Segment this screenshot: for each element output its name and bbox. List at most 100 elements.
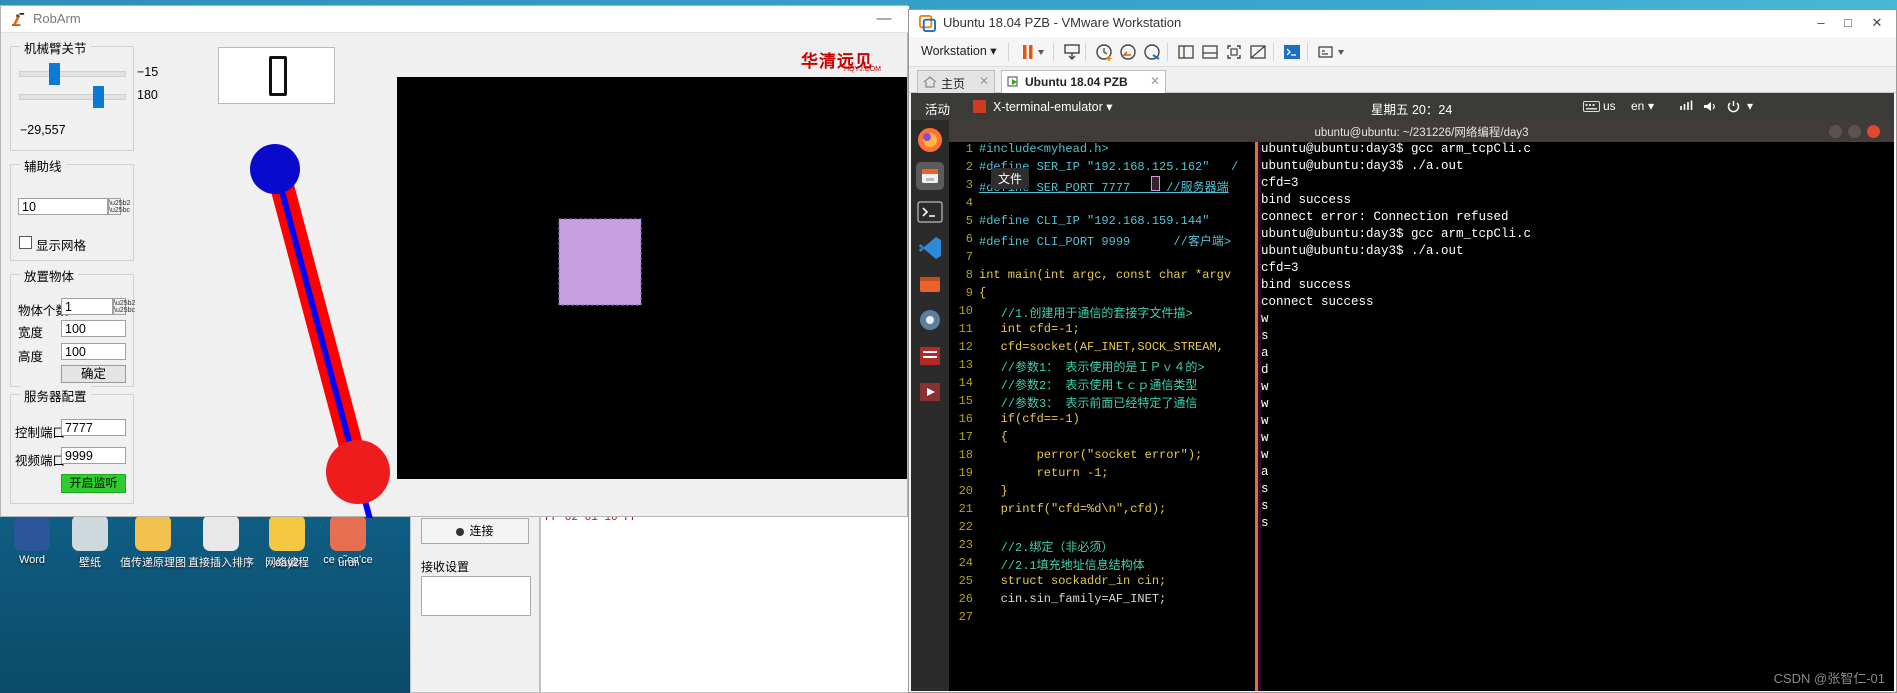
editor-icon[interactable] (916, 342, 944, 370)
vmware-maximize-button[interactable]: □ (1835, 13, 1861, 33)
files-icon[interactable] (916, 162, 944, 190)
app-menu-button[interactable]: X-terminal-emulator ▾ (993, 99, 1113, 114)
tab-ubuntu-vm-close-icon[interactable]: ✕ (1150, 74, 1160, 88)
workstation-menu[interactable]: Workstation ▾ (921, 43, 997, 58)
vim-editor-pane[interactable]: 1 #include<myhead.h> 2 #define SER_IP "192.… (949, 142, 1255, 691)
taskbar-item[interactable]: Word (4, 515, 60, 566)
snapshot-manager-icon[interactable] (1141, 42, 1163, 62)
control-port-label: 控制端口 (15, 426, 66, 440)
control-port-input[interactable]: 7777 (61, 419, 126, 436)
terminal-maximize-button[interactable] (1848, 125, 1861, 138)
vmware-window: Ubuntu 18.04 PZB - VMware Workstation – … (908, 9, 1897, 693)
line-number: 16 (958, 412, 973, 426)
robarm-titlebar: RobArm — (1, 6, 909, 33)
stepper-up-icon[interactable]: \u25b2 (114, 300, 135, 307)
doc-icon (203, 515, 239, 551)
snapshot-revert-icon[interactable] (1117, 42, 1139, 62)
tab-home[interactable]: 主页 ✕ (917, 70, 995, 93)
snapshot-take-icon[interactable] (1093, 42, 1115, 62)
confirm-button[interactable]: 确定 (61, 365, 126, 383)
vscode-icon[interactable] (916, 234, 944, 262)
object-height-input[interactable]: 100 (61, 343, 126, 360)
preferences-dropdown-icon[interactable] (1335, 42, 1347, 62)
system-menu-caret-icon[interactable]: ▾ (1747, 99, 1753, 113)
shell-output-pane[interactable]: ubuntu@ubuntu:day3$ gcc arm_tcpCli.c ubun… (1261, 142, 1894, 691)
taskbar-item[interactable]: 直接插入排序 (188, 515, 254, 570)
tab-ubuntu-vm[interactable]: Ubuntu 18.04 PZB ✕ (1001, 70, 1166, 93)
code-line: 17 { (949, 430, 1255, 448)
shell-line: ubuntu@ubuntu:day3$ ./a.out (1261, 159, 1464, 173)
package-icon[interactable] (916, 270, 944, 298)
stepper-up-icon[interactable]: \u25b2 (109, 200, 130, 207)
send-ctrl-alt-del-icon[interactable] (1061, 42, 1083, 62)
unity-mode-icon[interactable] (1247, 42, 1269, 62)
wallpaper-icon (72, 515, 108, 551)
taskbar-item-label: 值传递原理图 (120, 557, 186, 569)
full-screen-icon[interactable] (1223, 42, 1245, 62)
preferences-icon[interactable] (1315, 42, 1337, 62)
keyboard-layout-us[interactable]: us (1603, 99, 1616, 113)
show-sidebar-icon[interactable] (1175, 42, 1197, 62)
line-number: 18 (958, 448, 973, 462)
code-line: 23 //2.绑定（非必须） (949, 538, 1255, 556)
joint1-slider-handle[interactable] (49, 63, 60, 85)
chevron-down-icon: ▾ (1106, 100, 1113, 114)
caret-down-icon[interactable]: ▾ (1648, 99, 1654, 113)
preview-glyph (269, 56, 287, 96)
guide-spacing-stepper[interactable]: \u25b2 \u25bc (108, 198, 130, 215)
settings-icon[interactable] (916, 306, 944, 334)
volume-icon[interactable] (1703, 100, 1718, 113)
clock[interactable]: 星期五 20：24 (1371, 99, 1452, 118)
keyboard-icon[interactable] (1583, 101, 1600, 112)
taskbar-item-label: urdr (338, 557, 358, 569)
object-width-input[interactable]: 100 (61, 320, 126, 337)
receive-settings-box[interactable] (421, 576, 531, 616)
pause-dropdown-icon[interactable] (1035, 42, 1047, 62)
media-icon[interactable] (916, 378, 944, 406)
joint2-slider-track[interactable] (19, 94, 126, 100)
stepper-down-icon[interactable]: \u25bc (109, 207, 130, 214)
object-width-label: 宽度 (18, 326, 44, 340)
simulation-canvas[interactable] (397, 77, 907, 479)
tab-home-close-icon[interactable]: ✕ (979, 74, 989, 88)
code-line: 13 //参数1： 表示使用的是ＩＰｖ４的> (949, 358, 1255, 376)
terminal-close-button[interactable] (1867, 125, 1880, 138)
stepper-down-icon[interactable]: \u25bc (114, 307, 135, 314)
object-count-input[interactable]: 1 (61, 298, 113, 315)
file-tooltip: 文件 (991, 168, 1030, 189)
code-line: 5 #define CLI_IP "192.168.159.144" (949, 214, 1255, 232)
vmware-close-button[interactable]: ✕ (1864, 13, 1890, 33)
show-grid-checkbox[interactable] (19, 236, 32, 249)
taskbar-item[interactable]: 壁纸 (62, 515, 118, 570)
power-icon[interactable] (1727, 100, 1740, 113)
firefox-icon[interactable] (916, 126, 944, 154)
vmware-minimize-button[interactable]: – (1808, 13, 1834, 33)
line-number: 13 (958, 358, 973, 372)
minimize-button[interactable]: — (874, 10, 894, 28)
line-number: 7 (965, 250, 973, 264)
guide-spacing-input[interactable]: 10 (18, 198, 108, 215)
code-line: 24 //2.1填充地址信息结构体 (949, 556, 1255, 574)
start-listen-button[interactable]: 开启监听 (61, 474, 126, 493)
line-text: struct sockaddr_in cin; (979, 574, 1167, 588)
serial-connect-button[interactable]: 连接 (421, 518, 529, 544)
joint2-slider-handle[interactable] (93, 86, 104, 108)
serial-hex-output: FF 02 01 10 FF (540, 505, 910, 693)
taskbar-item[interactable]: day2 (256, 557, 318, 569)
terminal-pane-divider[interactable] (1255, 142, 1258, 691)
robot-arm-icon (11, 12, 25, 27)
taskbar-item[interactable]: urdr (320, 557, 376, 569)
terminal-icon[interactable] (916, 198, 944, 226)
network-icon[interactable] (1679, 100, 1694, 113)
taskbar-item[interactable]: 值传递原理图 (120, 515, 186, 570)
joint1-slider-track[interactable] (19, 71, 126, 77)
activities-button[interactable]: 活动 (925, 99, 950, 118)
video-port-input[interactable]: 9999 (61, 447, 126, 464)
console-view-icon[interactable] (1281, 42, 1303, 62)
show-thumbnail-bar-icon[interactable] (1199, 42, 1221, 62)
input-method-en[interactable]: en (1631, 99, 1644, 113)
connect-status-dot (456, 527, 465, 536)
code-line: 21 printf("cfd=%d\n",cfd); (949, 502, 1255, 520)
terminal-minimize-button[interactable] (1829, 125, 1842, 138)
object-count-stepper[interactable]: \u25b2 \u25bc (113, 298, 135, 315)
